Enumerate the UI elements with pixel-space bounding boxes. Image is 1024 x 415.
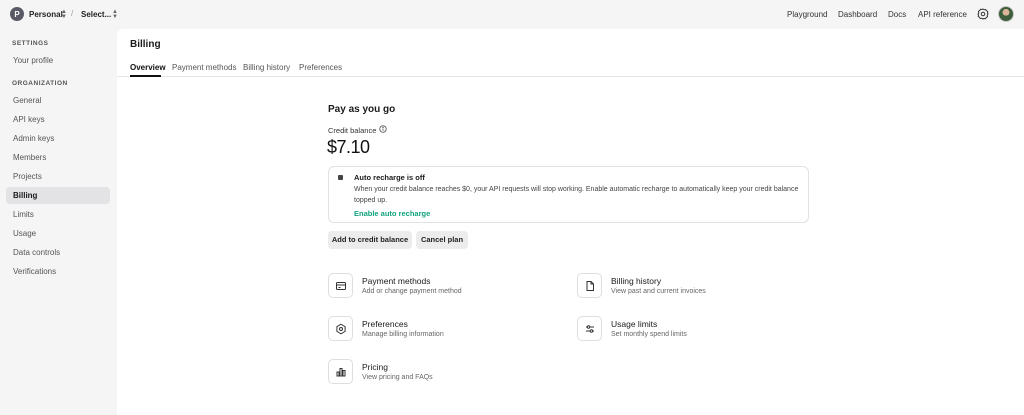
project-selector[interactable]: Select...	[81, 10, 111, 19]
tabs-divider	[117, 76, 1024, 77]
auto-recharge-description: When your credit balance reaches $0, you…	[354, 186, 799, 204]
org-avatar[interactable]: P	[10, 7, 24, 21]
status-square-icon	[338, 175, 343, 180]
tab-overview[interactable]: Overview	[130, 63, 166, 72]
sidebar-item-projects[interactable]: Projects	[6, 168, 110, 185]
sidebar-item-general[interactable]: General	[6, 92, 110, 109]
card-title[interactable]: Usage limits	[611, 319, 657, 329]
card-subtitle: View pricing and FAQs	[362, 374, 433, 381]
card-subtitle: Manage billing information	[362, 331, 444, 338]
cancel-plan-button[interactable]: Cancel plan	[416, 231, 468, 249]
sidebar-item-usage[interactable]: Usage	[6, 225, 110, 242]
sidebar-item-billing[interactable]: Billing	[6, 187, 110, 204]
chevron-updown-icon[interactable]: ▲ ▼	[112, 9, 118, 20]
card-subtitle: Set monthly spend limits	[611, 331, 687, 338]
add-credit-button[interactable]: Add to credit balance	[328, 231, 412, 249]
card-title[interactable]: Billing history	[611, 276, 661, 286]
sidebar: SETTINGS Your profile ORGANIZATION Gener…	[0, 29, 116, 415]
credit-card-icon	[335, 281, 346, 290]
breadcrumb-separator: /	[71, 9, 74, 18]
top-bar: P Personal ▲ ▼ / Select... ▲ ▼ Playground …	[0, 0, 1024, 29]
card-subtitle: Add or change payment method	[362, 288, 462, 295]
nav-link-playground[interactable]: Playground	[787, 10, 827, 19]
sidebar-item-your-profile[interactable]: Your profile	[6, 52, 110, 69]
page-title: Billing	[130, 39, 161, 50]
tab-billing-history[interactable]: Billing history	[243, 63, 290, 72]
card-subtitle: View past and current invoices	[611, 288, 706, 295]
tab-payment-methods[interactable]: Payment methods	[172, 63, 236, 72]
sidebar-item-admin-keys[interactable]: Admin keys	[6, 130, 110, 147]
bar-chart-icon	[336, 367, 345, 376]
main-panel: Billing Overview Payment methods Billing…	[117, 29, 1024, 415]
info-icon[interactable]	[379, 125, 387, 133]
billing-history-card[interactable]	[577, 273, 602, 298]
settings-gear-button[interactable]	[976, 7, 990, 21]
sidebar-item-members[interactable]: Members	[6, 149, 110, 166]
plan-title: Pay as you go	[328, 104, 396, 115]
card-title[interactable]: Pricing	[362, 362, 388, 372]
gear-icon	[977, 8, 989, 20]
sidebar-item-data-controls[interactable]: Data controls	[6, 244, 110, 261]
card-title[interactable]: Preferences	[362, 319, 408, 329]
chevron-updown-icon[interactable]: ▲ ▼	[61, 9, 67, 20]
sidebar-heading-settings: SETTINGS	[12, 40, 49, 47]
card-title[interactable]: Payment methods	[362, 276, 431, 286]
user-avatar[interactable]	[998, 6, 1014, 22]
org-selector[interactable]: Personal	[29, 10, 63, 19]
nav-link-api-reference[interactable]: API reference	[918, 10, 967, 19]
active-tab-indicator	[130, 75, 161, 77]
nav-link-dashboard[interactable]: Dashboard	[838, 10, 877, 19]
tab-preferences[interactable]: Preferences	[299, 63, 342, 72]
sidebar-item-api-keys[interactable]: API keys	[6, 111, 110, 128]
credit-balance-amount: $7.10	[327, 137, 370, 157]
credit-balance-label: Credit balance	[328, 126, 377, 135]
sidebar-item-limits[interactable]: Limits	[6, 206, 110, 223]
usage-limits-card[interactable]	[577, 316, 602, 341]
sliders-icon	[585, 324, 594, 333]
auto-recharge-notice: Auto recharge is off When your credit ba…	[328, 166, 809, 223]
enable-auto-recharge-link[interactable]: Enable auto recharge	[354, 209, 430, 218]
sidebar-item-verifications[interactable]: Verifications	[6, 263, 110, 280]
preferences-card[interactable]	[328, 316, 353, 341]
auto-recharge-title: Auto recharge is off	[354, 173, 425, 182]
nav-link-docs[interactable]: Docs	[888, 10, 906, 19]
sidebar-heading-organization: ORGANIZATION	[12, 80, 68, 87]
pricing-card[interactable]	[328, 359, 353, 384]
gear-icon	[335, 323, 346, 334]
payment-methods-card[interactable]	[328, 273, 353, 298]
document-icon	[586, 280, 594, 291]
